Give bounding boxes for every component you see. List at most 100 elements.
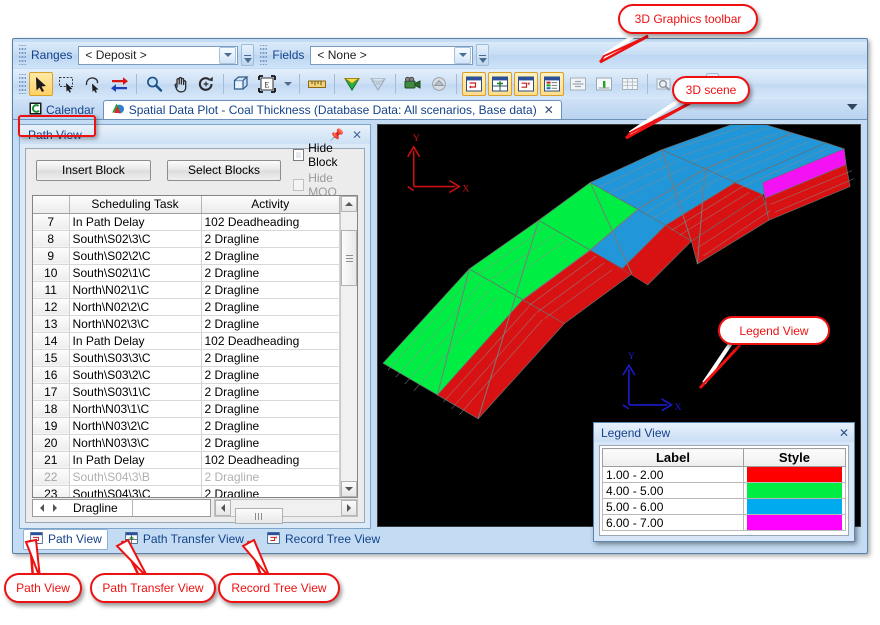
- ranges-dropdown-arrow-icon[interactable]: [219, 46, 237, 64]
- extents-fit-icon[interactable]: E: [255, 72, 279, 96]
- close-icon[interactable]: ✕: [348, 128, 366, 142]
- hscroll-right-arrow-icon[interactable]: [341, 500, 357, 516]
- legend-style-swatch[interactable]: [742, 466, 847, 483]
- activity-cell[interactable]: 2 Dragline: [201, 230, 340, 248]
- table-row[interactable]: 15 South\S03\3\C 2 Dragline: [33, 349, 340, 367]
- table-row[interactable]: 16 South\S03\2\C 2 Dragline: [33, 366, 340, 384]
- activity-cell[interactable]: 2 Dragline: [201, 383, 340, 401]
- section-view-icon[interactable]: [566, 72, 590, 96]
- hscrollbar-thumb[interactable]: [234, 508, 283, 524]
- view-tab-record-tree-view[interactable]: Record Tree View: [260, 529, 386, 550]
- row-number-cell[interactable]: 10: [33, 264, 70, 282]
- row-number-cell[interactable]: 7: [33, 213, 70, 231]
- tab-overflow-chevron-down-icon[interactable]: [846, 98, 859, 116]
- scheduling-task-cell[interactable]: South\S02\2\C: [69, 247, 202, 265]
- scheduling-task-cell[interactable]: North\N02\2\C: [69, 298, 202, 316]
- view-tab-path-transfer-view[interactable]: Path Transfer View: [118, 529, 250, 550]
- scheduling-task-cell[interactable]: North\N02\1\C: [69, 281, 202, 299]
- pan-hand-icon[interactable]: [168, 72, 192, 96]
- legend-row[interactable]: 5.00 - 6.00: [602, 498, 847, 515]
- table-row[interactable]: 14 In Path Delay 102 Deadheading: [33, 332, 340, 350]
- table-row[interactable]: 21 In Path Delay 102 Deadheading: [33, 451, 340, 469]
- toolbar-grip[interactable]: [19, 45, 26, 65]
- close-icon[interactable]: ✕: [541, 103, 554, 117]
- activity-cell[interactable]: 2 Dragline: [201, 417, 340, 435]
- fields-dropdown-arrow-icon[interactable]: [454, 46, 472, 64]
- pin-icon[interactable]: 📌: [325, 128, 348, 142]
- arrow-select-icon[interactable]: [29, 72, 53, 96]
- table-row[interactable]: 9 South\S02\2\C 2 Dragline: [33, 247, 340, 265]
- row-number-cell[interactable]: 17: [33, 383, 70, 401]
- legend-view-icon[interactable]: [540, 72, 564, 96]
- ranges-overflow-icon[interactable]: [241, 44, 255, 66]
- table-row[interactable]: 13 North\N02\3\C 2 Dragline: [33, 315, 340, 333]
- insert-block-button[interactable]: Insert Block: [36, 159, 151, 181]
- table-row[interactable]: 19 North\N03\2\C 2 Dragline: [33, 417, 340, 435]
- scheduling-task-cell[interactable]: South\S02\3\C: [69, 230, 202, 248]
- row-number-cell[interactable]: 22: [33, 468, 70, 486]
- rubber-band-select-icon[interactable]: [55, 72, 79, 96]
- sheet-next-arrow-icon[interactable]: [48, 504, 61, 512]
- table-row[interactable]: 10 South\S02\1\C 2 Dragline: [33, 264, 340, 282]
- grid-header-scheduling-task[interactable]: Scheduling Task: [69, 196, 202, 214]
- zoom-magnifier-icon[interactable]: [142, 72, 166, 96]
- scheduling-task-cell[interactable]: North\N02\3\C: [69, 315, 202, 333]
- view-tab-path-view[interactable]: Path View: [23, 528, 108, 550]
- table-row[interactable]: 18 North\N03\1\C 2 Dragline: [33, 400, 340, 418]
- legend-row[interactable]: 4.00 - 5.00: [602, 482, 847, 499]
- scheduling-task-cell[interactable]: South\S04\3\C: [69, 485, 202, 497]
- table-row[interactable]: 8 South\S02\3\C 2 Dragline: [33, 230, 340, 248]
- table-row[interactable]: 7 In Path Delay 102 Deadheading: [33, 213, 340, 231]
- row-number-cell[interactable]: 15: [33, 349, 70, 367]
- fields-combobox[interactable]: < None >: [310, 45, 474, 65]
- rotate-icon[interactable]: [194, 72, 218, 96]
- sheet-prev-arrow-icon[interactable]: [35, 504, 48, 512]
- activity-cell[interactable]: 102 Deadheading: [201, 213, 340, 231]
- grid-header-rownum[interactable]: [33, 196, 70, 214]
- row-number-cell[interactable]: 9: [33, 247, 70, 265]
- select-blocks-button[interactable]: Select Blocks: [166, 159, 282, 181]
- table-row[interactable]: 11 North\N02\1\C 2 Dragline: [33, 281, 340, 299]
- record-tree-view-icon[interactable]: [514, 72, 538, 96]
- ruler-measure-icon[interactable]: [305, 72, 329, 96]
- row-number-cell[interactable]: 12: [33, 298, 70, 316]
- extents-dropdown-arrow-icon[interactable]: [281, 72, 294, 96]
- row-number-cell[interactable]: 19: [33, 417, 70, 435]
- activity-cell[interactable]: 2 Dragline: [201, 485, 340, 497]
- row-number-cell[interactable]: 13: [33, 315, 70, 333]
- legend-style-swatch[interactable]: [742, 514, 847, 531]
- scheduling-task-cell[interactable]: North\N03\2\C: [69, 417, 202, 435]
- table-row[interactable]: 22 South\S04\3\B 2 Dragline: [33, 468, 340, 486]
- grid-horizontal-scrollbar[interactable]: [213, 499, 358, 524]
- activity-cell[interactable]: 2 Dragline: [201, 434, 340, 452]
- row-number-cell[interactable]: 18: [33, 400, 70, 418]
- swap-arrows-icon[interactable]: [107, 72, 131, 96]
- solid-shading-icon[interactable]: [340, 72, 364, 96]
- row-number-cell[interactable]: 21: [33, 451, 70, 469]
- activity-cell[interactable]: 102 Deadheading: [201, 332, 340, 350]
- hide-block-checkbox[interactable]: Hide Block: [293, 141, 358, 169]
- camera-icon[interactable]: [401, 72, 425, 96]
- legend-style-swatch[interactable]: [742, 498, 847, 515]
- grid-vertical-scrollbar[interactable]: [340, 196, 357, 497]
- grid-view-icon[interactable]: [618, 72, 642, 96]
- scheduling-task-cell[interactable]: South\S03\2\C: [69, 366, 202, 384]
- path-view-icon[interactable]: [462, 72, 486, 96]
- activity-cell[interactable]: 2 Dragline: [201, 468, 340, 486]
- hscroll-left-arrow-icon[interactable]: [214, 500, 231, 516]
- activity-cell[interactable]: 2 Dragline: [201, 315, 340, 333]
- scheduling-task-cell[interactable]: In Path Delay: [69, 213, 202, 231]
- fields-overflow-icon[interactable]: [476, 44, 490, 66]
- wireframe-shading-icon[interactable]: [366, 72, 390, 96]
- activity-cell[interactable]: 2 Dragline: [201, 281, 340, 299]
- scheduling-task-cell[interactable]: North\N03\1\C: [69, 400, 202, 418]
- activity-cell[interactable]: 2 Dragline: [201, 366, 340, 384]
- chart-view-icon[interactable]: [592, 72, 616, 96]
- table-row[interactable]: 20 North\N03\3\C 2 Dragline: [33, 434, 340, 452]
- row-number-cell[interactable]: 23: [33, 485, 70, 497]
- row-number-cell[interactable]: 20: [33, 434, 70, 452]
- light-source-icon[interactable]: [427, 72, 451, 96]
- cube-wireframe-icon[interactable]: [229, 72, 253, 96]
- legend-row[interactable]: 1.00 - 2.00: [602, 466, 847, 483]
- scheduling-task-cell[interactable]: South\S03\1\C: [69, 383, 202, 401]
